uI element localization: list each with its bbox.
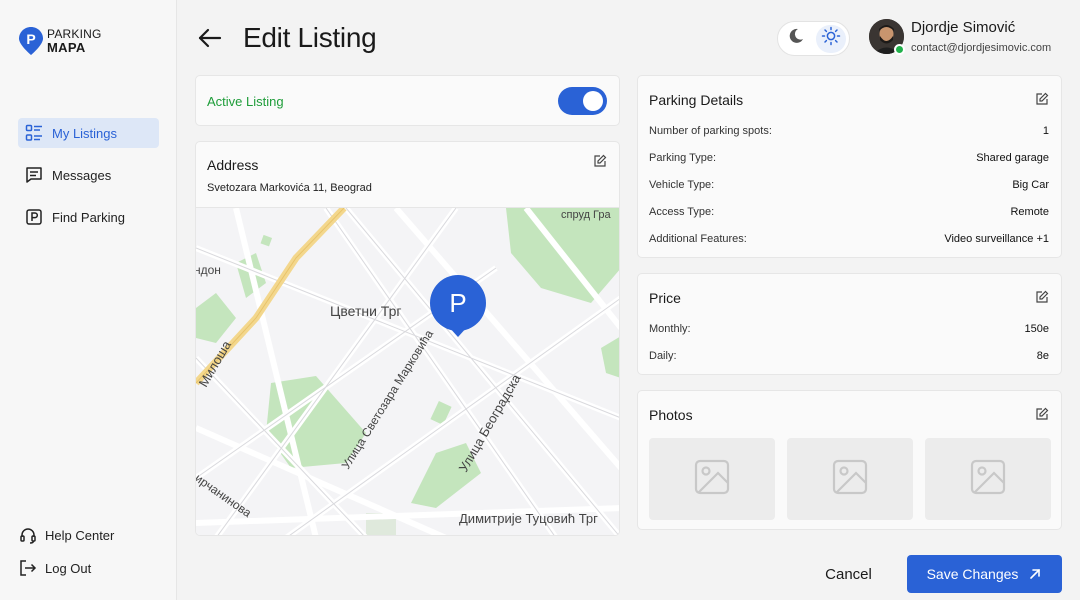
detail-key: Access Type:: [649, 206, 715, 218]
brand-name: PARKING MAPA: [47, 28, 102, 55]
save-changes-button[interactable]: Save Changes: [907, 555, 1062, 593]
sidebar: P PARKING MAPA My Listings Messages Find…: [0, 0, 177, 600]
detail-row: Parking Type: Shared garage: [649, 152, 1049, 164]
active-listing-label: Active Listing: [207, 94, 284, 109]
parking-details-card: Parking Details Number of parking spots:…: [637, 75, 1062, 258]
svg-text:P: P: [449, 288, 466, 318]
edit-address-icon[interactable]: [593, 154, 607, 168]
map-label: ндон: [196, 263, 221, 277]
save-changes-label: Save Changes: [926, 566, 1019, 582]
user-email: contact@djordjesimovic.com: [911, 42, 1052, 54]
photos-title: Photos: [649, 407, 693, 423]
price-key: Daily:: [649, 350, 677, 362]
online-status-dot: [894, 44, 905, 55]
light-mode-button[interactable]: [815, 24, 846, 53]
cancel-button[interactable]: Cancel: [810, 555, 887, 593]
page-title: Edit Listing: [243, 22, 377, 53]
user-profile[interactable]: Djordje Simović contact@djordjesimovic.c…: [869, 19, 1051, 55]
detail-row: Access Type: Remote: [649, 206, 1049, 218]
address-map[interactable]: ндон Цветни Трг спруд Гра Милоша Улица С…: [196, 207, 619, 535]
detail-value: 1: [1042, 125, 1049, 137]
sidebar-item-find-parking[interactable]: Find Parking: [18, 202, 159, 232]
detail-key: Number of parking spots:: [649, 125, 772, 137]
detail-key: Additional Features:: [649, 233, 747, 245]
edit-price-icon[interactable]: [1035, 290, 1049, 304]
parking-details-title: Parking Details: [649, 92, 744, 108]
price-title: Price: [649, 290, 681, 306]
address-card: Address Svetozara Markovića 11, Beograd: [195, 141, 620, 536]
price-row: Monthly: 150e: [649, 323, 1049, 335]
map-label: спруд Гра: [561, 209, 612, 221]
user-info: Djordje Simović contact@djordjesimovic.c…: [911, 19, 1051, 54]
address-title: Address: [207, 157, 259, 173]
detail-row: Additional Features: Video surveillance …: [649, 233, 1049, 245]
svg-text:P: P: [26, 31, 35, 47]
moon-icon: [787, 27, 805, 50]
image-placeholder-icon: [694, 459, 730, 500]
map-label: Цветни Трг: [330, 303, 401, 319]
theme-toggle: [777, 21, 850, 56]
brand-line2: MAPA: [47, 40, 86, 55]
price-row: Daily: 8e: [649, 350, 1049, 362]
detail-row: Number of parking spots: 1: [649, 125, 1049, 137]
active-listing-card: Active Listing: [195, 75, 620, 126]
detail-value: Remote: [1010, 206, 1049, 218]
list-icon: [24, 123, 44, 143]
message-icon: [24, 165, 44, 185]
address-value: Svetozara Markovića 11, Beograd: [207, 182, 372, 194]
avatar: [869, 19, 905, 55]
price-key: Monthly:: [649, 323, 691, 335]
parking-pin-icon: P: [18, 26, 44, 56]
sidebar-item-label: My Listings: [52, 125, 118, 141]
sun-icon: [821, 26, 841, 51]
price-value: 150e: [1024, 323, 1049, 335]
sidebar-item-label: Help Center: [45, 527, 115, 543]
back-arrow-icon[interactable]: [196, 24, 224, 52]
sidebar-item-label: Log Out: [45, 560, 92, 576]
photo-slot[interactable]: [787, 438, 913, 520]
sidebar-item-help-center[interactable]: Help Center: [18, 520, 159, 550]
detail-key: Parking Type:: [649, 152, 717, 164]
sidebar-item-log-out[interactable]: Log Out: [18, 553, 159, 583]
price-value: 8e: [1036, 350, 1049, 362]
image-placeholder-icon: [832, 459, 868, 500]
edit-parking-details-icon[interactable]: [1035, 92, 1049, 106]
sidebar-item-label: Find Parking: [52, 209, 125, 225]
sidebar-nav: My Listings Messages Find Parking: [18, 118, 159, 244]
headset-icon: [18, 525, 38, 545]
map-label: Димитрије Туцовић Трг: [459, 511, 598, 526]
detail-value: Shared garage: [976, 152, 1049, 164]
active-listing-toggle[interactable]: [558, 87, 607, 115]
detail-value: Big Car: [1012, 179, 1049, 191]
sidebar-item-my-listings[interactable]: My Listings: [18, 118, 159, 148]
sidebar-bottom-nav: Help Center Log Out: [18, 520, 159, 586]
user-name: Djordje Simović: [911, 19, 1016, 36]
photo-slot[interactable]: [649, 438, 775, 520]
detail-row: Vehicle Type: Big Car: [649, 179, 1049, 191]
parking-icon: [24, 207, 44, 227]
price-card: Price Monthly: 150e Daily: 8e: [637, 273, 1062, 375]
logout-icon: [18, 558, 38, 578]
sidebar-item-label: Messages: [52, 167, 112, 183]
sidebar-item-messages[interactable]: Messages: [18, 160, 159, 190]
detail-value: Video surveillance +1: [944, 233, 1049, 245]
arrow-up-right-icon: [1028, 567, 1042, 581]
brand-logo[interactable]: P PARKING MAPA: [18, 26, 102, 56]
toggle-knob: [583, 91, 603, 111]
image-placeholder-icon: [970, 459, 1006, 500]
edit-photos-icon[interactable]: [1035, 407, 1049, 421]
photo-slot[interactable]: [925, 438, 1051, 520]
photos-card: Photos: [637, 390, 1062, 530]
detail-key: Vehicle Type:: [649, 179, 715, 191]
dark-mode-button[interactable]: [781, 25, 812, 53]
